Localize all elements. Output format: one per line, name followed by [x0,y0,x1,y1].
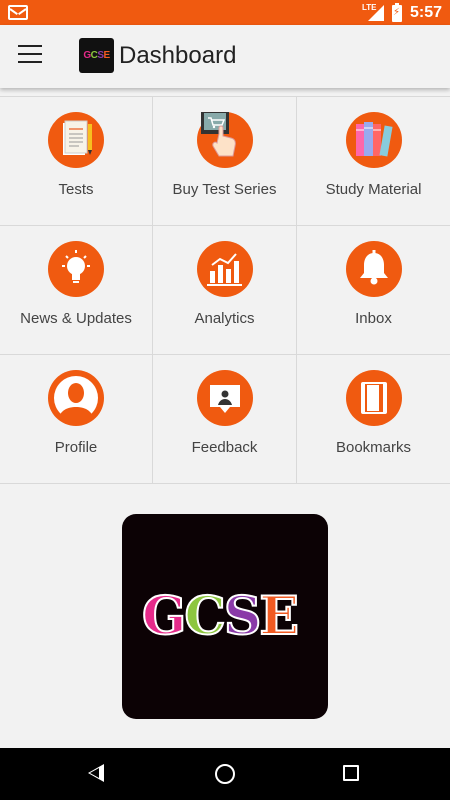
tile-profile[interactable]: Profile [0,355,153,484]
status-time: 5:57 [409,4,442,21]
tile-study-material[interactable]: Study Material [297,96,450,226]
tile-label: Analytics [194,310,255,327]
tile-label: News & Updates [20,310,132,327]
gcse-logo-text: GCSE [141,585,300,648]
home-icon[interactable] [215,764,235,784]
tile-label: Profile [54,439,98,456]
feedback-presenter-icon [196,370,253,426]
tile-label: Bookmarks [335,439,412,456]
tile-label: Inbox [355,310,392,327]
tile-feedback[interactable]: Feedback [153,355,297,484]
page-title: Dashboard [119,42,237,69]
bar-chart-icon [196,241,253,297]
tile-label: Feedback [191,439,258,456]
app-logo: GCSE [79,38,114,73]
tile-buy-test-series[interactable]: Buy Test Series [153,96,297,226]
tile-analytics[interactable]: Analytics [153,226,297,355]
signal-icon [367,5,384,21]
system-nav-bar [0,748,450,800]
gmail-icon [8,5,28,20]
user-silhouette-icon [48,370,104,426]
app-bar: GCSE Dashboard [0,25,450,88]
tile-news-updates[interactable]: News & Updates [0,226,153,355]
battery-charging-icon: ⚡ [391,2,402,22]
status-bar: LTE ⚡ 5:57 [0,0,450,25]
hamburger-menu-icon[interactable] [18,45,42,67]
tile-inbox[interactable]: Inbox [297,226,450,355]
bell-icon [345,241,402,297]
tile-label: Tests [58,181,94,198]
tile-label: Buy Test Series [172,181,277,198]
books-icon [345,112,402,168]
back-icon[interactable] [88,764,104,782]
tests-notepad-icon [48,112,104,168]
tile-label: Study Material [325,181,422,198]
dashboard-grid: Tests Buy Test Series Study Material New… [0,96,450,484]
tile-tests[interactable]: Tests [0,96,153,226]
bookmark-book-icon [345,370,402,426]
recents-icon[interactable] [343,765,359,781]
lightbulb-icon [48,241,104,297]
gcse-logo-banner: GCSE [122,514,328,719]
cart-hand-icon [196,110,253,168]
tile-bookmarks[interactable]: Bookmarks [297,355,450,484]
